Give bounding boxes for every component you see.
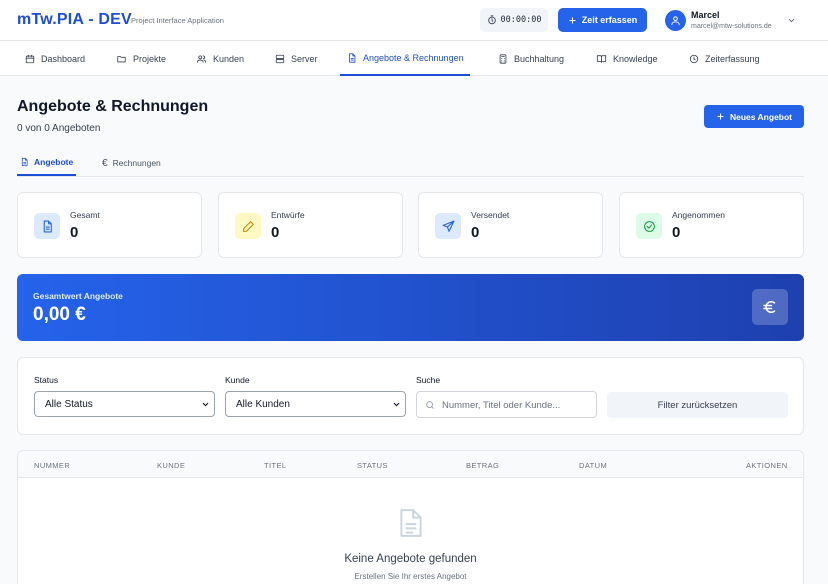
- stat-card-accepted: Angenommen 0: [619, 192, 804, 258]
- status-select-value: Alle Status: [45, 398, 93, 410]
- page-title: Angebote & Rechnungen: [17, 98, 209, 115]
- nav-label: Server: [291, 53, 318, 64]
- column-header: AKTIONEN: [746, 461, 788, 470]
- customer-filter-label: Kunde: [225, 375, 250, 385]
- search-filter-label: Suche: [416, 375, 441, 385]
- nav-label: Dashboard: [41, 53, 86, 64]
- server-icon: [275, 54, 285, 63]
- nav-item-customers[interactable]: Kunden: [196, 41, 244, 76]
- column-header[interactable]: KUNDE: [157, 461, 185, 470]
- stat-card-total: Gesamt 0: [17, 192, 202, 258]
- chevron-down-icon: [201, 400, 210, 409]
- record-time-label: Zeit erfassen: [581, 15, 638, 25]
- euro-icon: €: [102, 157, 108, 169]
- search-icon: [425, 400, 435, 410]
- clock-icon: [689, 54, 699, 63]
- page-subtitle: 0 von 0 Angeboten: [17, 123, 101, 134]
- calculator-icon: [499, 53, 507, 64]
- stat-value: 0: [471, 224, 480, 241]
- top-bar: mTw.PIA - DEV Project Interface Applicat…: [0, 0, 828, 41]
- tab-offers[interactable]: Angebote: [17, 150, 77, 176]
- check-circle-icon: [636, 213, 662, 239]
- stat-card-sent: Versendet 0: [418, 192, 603, 258]
- nav-item-offers-invoices[interactable]: Angebote & Rechnungen: [340, 41, 470, 76]
- users-icon: [196, 54, 207, 63]
- nav-item-time-tracking[interactable]: Zeiterfassung: [689, 41, 760, 76]
- plus-icon: [568, 16, 577, 25]
- plus-icon: [716, 112, 725, 121]
- book-icon: [596, 54, 607, 63]
- euro-icon: [752, 289, 788, 325]
- user-name: Marcel: [691, 10, 720, 20]
- stat-value: 0: [271, 224, 280, 241]
- nav-label: Kunden: [213, 53, 245, 64]
- app-subtitle: Project Interface Application: [131, 16, 224, 25]
- document-icon: [34, 213, 60, 239]
- send-icon: [435, 213, 461, 239]
- filter-panel: Status Alle Status Kunde Alle Kunden Suc…: [17, 357, 804, 435]
- status-select[interactable]: Alle Status: [34, 391, 215, 417]
- customer-select[interactable]: Alle Kunden: [225, 391, 406, 417]
- stat-label: Versendet: [471, 210, 510, 220]
- stat-value: 0: [672, 224, 681, 241]
- nav-label: Angebote & Rechnungen: [363, 52, 464, 63]
- column-header[interactable]: TITEL: [264, 461, 286, 470]
- nav-item-server[interactable]: Server: [275, 41, 318, 76]
- sub-tabs: Angebote € Rechnungen: [17, 150, 804, 177]
- stat-label: Gesamt: [70, 210, 100, 220]
- calendar-icon: [25, 54, 35, 63]
- folder-icon: [117, 55, 126, 62]
- search-input[interactable]: Nummer, Titel oder Kunde...: [416, 391, 597, 418]
- tab-label: Rechnungen: [112, 158, 161, 168]
- total-value: 0,00 €: [33, 304, 86, 325]
- empty-state-subtitle: Erstellen Sie Ihr erstes Angebot: [354, 572, 467, 581]
- tab-invoices[interactable]: € Rechnungen: [99, 150, 164, 176]
- nav-label: Zeiterfassung: [705, 53, 760, 64]
- app-logo[interactable]: mTw.PIA - DEV: [17, 11, 132, 29]
- nav-label: Projekte: [133, 53, 167, 64]
- main-nav: Dashboard Projekte Kunden Server Angebot…: [0, 41, 828, 76]
- table-header: NUMMER KUNDE TITEL STATUS BETRAG DATUM A…: [18, 451, 803, 478]
- reset-filters-button[interactable]: Filter zurücksetzen: [607, 392, 788, 418]
- user-email: marcel@mtw-solutions.de: [691, 23, 772, 30]
- document-icon: [349, 52, 356, 63]
- stat-label: Angenommen: [672, 210, 725, 220]
- pencil-icon: [235, 213, 261, 239]
- empty-document-icon: [398, 508, 424, 538]
- status-filter-label: Status: [34, 375, 59, 385]
- document-icon: [21, 157, 28, 167]
- user-icon: [671, 16, 680, 26]
- total-label: Gesamtwert Angebote: [33, 291, 123, 301]
- column-header[interactable]: STATUS: [357, 461, 388, 470]
- stat-value: 0: [70, 224, 79, 241]
- nav-label: Knowledge: [613, 53, 658, 64]
- nav-item-accounting[interactable]: Buchhaltung: [498, 41, 564, 76]
- record-time-button[interactable]: Zeit erfassen: [558, 8, 647, 32]
- timer-value: 00:00:00: [500, 15, 542, 25]
- empty-state-title: Keine Angebote gefunden: [344, 553, 477, 565]
- column-header[interactable]: DATUM: [579, 461, 607, 470]
- customer-select-value: Alle Kunden: [236, 398, 290, 410]
- stopwatch-icon: [487, 15, 497, 25]
- search-placeholder: Nummer, Titel oder Kunde...: [442, 400, 561, 411]
- user-menu[interactable]: Marcel marcel@mtw-solutions.de: [665, 8, 805, 34]
- timer-display[interactable]: 00:00:00: [480, 8, 548, 32]
- nav-item-dashboard[interactable]: Dashboard: [25, 41, 85, 76]
- chevron-down-icon: [787, 16, 796, 25]
- nav-label: Buchhaltung: [514, 53, 565, 64]
- nav-item-projects[interactable]: Projekte: [116, 41, 166, 76]
- new-offer-button[interactable]: Neues Angebot: [704, 105, 804, 128]
- offers-table: NUMMER KUNDE TITEL STATUS BETRAG DATUM A…: [17, 450, 804, 584]
- chevron-down-icon: [392, 400, 401, 409]
- column-header[interactable]: BETRAG: [466, 461, 499, 470]
- total-value-banner: Gesamtwert Angebote 0,00 €: [17, 274, 804, 341]
- new-offer-label: Neues Angebot: [729, 111, 793, 122]
- stat-card-drafts: Entwürfe 0: [218, 192, 403, 258]
- avatar: [665, 10, 686, 31]
- tab-label: Angebote: [34, 157, 74, 167]
- nav-item-knowledge[interactable]: Knowledge: [596, 41, 658, 76]
- column-header[interactable]: NUMMER: [34, 461, 70, 470]
- stat-label: Entwürfe: [271, 210, 305, 220]
